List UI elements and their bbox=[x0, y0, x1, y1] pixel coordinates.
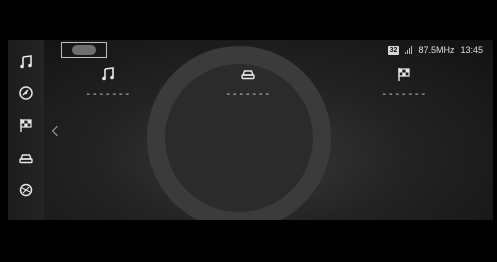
settings-icon bbox=[19, 183, 33, 197]
sidebar-item-race[interactable] bbox=[16, 115, 36, 135]
infotainment-screen: 32 87.5MHz 13:45 ------- ------- ------- bbox=[8, 40, 493, 220]
car-icon bbox=[241, 70, 255, 80]
checkered-flag-icon bbox=[20, 119, 32, 132]
sidebar-item-vehicle[interactable] bbox=[16, 148, 36, 168]
toggle-pill-icon bbox=[72, 45, 96, 55]
sidebar-item-media[interactable] bbox=[16, 52, 36, 72]
checkered-flag-icon bbox=[398, 68, 410, 81]
music-note-icon bbox=[20, 55, 32, 69]
media-value: ------- bbox=[85, 90, 131, 101]
focus-selector[interactable] bbox=[61, 42, 107, 58]
sidebar bbox=[8, 40, 44, 220]
radio-frequency: 87.5MHz bbox=[418, 45, 455, 55]
signal-strength-icon bbox=[405, 46, 413, 54]
sidebar-item-navigation[interactable] bbox=[16, 83, 36, 103]
chevron-left-icon bbox=[51, 125, 58, 137]
race-value: ------- bbox=[381, 90, 427, 101]
sidebar-item-settings[interactable] bbox=[16, 180, 36, 200]
status-badge: 32 bbox=[387, 45, 400, 55]
race-column[interactable]: ------- bbox=[374, 66, 434, 101]
vehicle-value: ------- bbox=[225, 90, 271, 101]
status-bar: 32 87.5MHz 13:45 bbox=[387, 43, 483, 57]
clock-time: 13:45 bbox=[460, 45, 483, 55]
media-column[interactable]: ------- bbox=[78, 66, 138, 101]
vehicle-column[interactable]: ------- bbox=[218, 66, 278, 101]
car-icon bbox=[19, 154, 33, 164]
navigation-dial-icon bbox=[19, 86, 33, 100]
back-chevron-button[interactable] bbox=[48, 122, 62, 140]
music-note-icon bbox=[102, 67, 114, 81]
